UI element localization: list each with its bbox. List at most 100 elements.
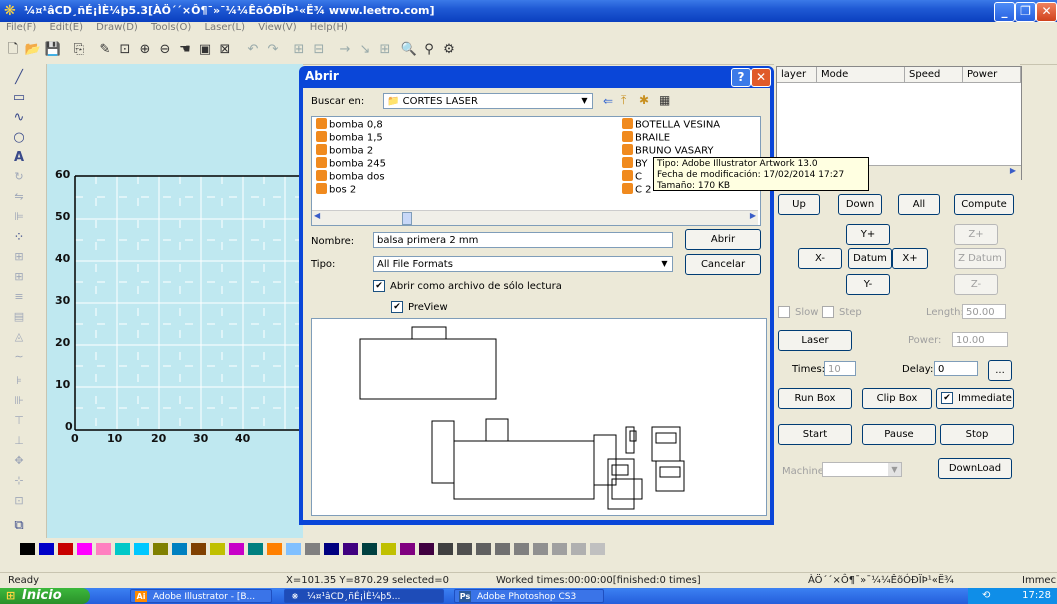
up-folder-icon[interactable]: ⤒ — [621, 93, 626, 108]
minimize-button[interactable]: _ — [994, 2, 1015, 22]
color-swatch[interactable] — [362, 543, 377, 555]
color-swatch[interactable] — [476, 543, 491, 555]
laser-button[interactable]: Laser — [778, 330, 852, 351]
run-box-button[interactable]: Run Box — [778, 388, 852, 409]
color-swatch[interactable] — [419, 543, 434, 555]
grid-tool-icon[interactable]: ⊞ — [8, 270, 30, 288]
list-item[interactable]: bomba dos — [316, 170, 385, 183]
menu-draw[interactable]: Draw(D) — [96, 22, 138, 33]
drawing-canvas[interactable]: 60 50 40 30 20 10 0 0 10 20 30 40 — [47, 64, 303, 538]
color-swatch[interactable] — [533, 543, 548, 555]
scroll-thumb[interactable] — [402, 212, 412, 225]
scroll-right-icon[interactable]: ▶ — [1007, 166, 1019, 178]
color-swatch[interactable] — [286, 543, 301, 555]
color-swatch[interactable] — [438, 543, 453, 555]
file-list-scrollbar[interactable]: ◀ ▶ — [312, 210, 758, 225]
distribute-icon[interactable]: ✥ — [8, 454, 30, 472]
color-swatch[interactable] — [324, 543, 339, 555]
immediate-checkbox[interactable]: ✔ Immediate — [936, 388, 1014, 409]
palette-swatches[interactable] — [0, 538, 1057, 560]
readonly-checkbox[interactable]: ✔ Abrir como archivo de sólo lectura — [373, 280, 562, 292]
color-swatch[interactable] — [267, 543, 282, 555]
redo-icon[interactable]: ↷ — [264, 41, 282, 59]
undo-icon[interactable]: ↶ — [244, 41, 262, 59]
align-tool-icon[interactable]: ⊫ — [8, 210, 30, 228]
align-left-icon[interactable]: ⊧ — [8, 374, 30, 392]
menu-tools[interactable]: Tools(O) — [151, 22, 191, 33]
layers-icon[interactable]: ⧉ — [8, 518, 30, 536]
z-minus-button[interactable]: Z- — [954, 274, 998, 295]
x-minus-button[interactable]: X- — [798, 248, 842, 269]
task-illustrator[interactable]: Ai Adobe Illustrator - [B... — [130, 589, 272, 603]
menu-edit[interactable]: Edit(E) — [49, 22, 83, 33]
node-tool-icon[interactable]: ⁘ — [8, 230, 30, 248]
tray-icon[interactable]: ⟲ — [982, 588, 990, 604]
z-datum-button[interactable]: Z Datum — [954, 248, 1006, 269]
offset-tool-icon[interactable]: ◬ — [8, 330, 30, 348]
array-icon[interactable]: ⊞ — [376, 41, 394, 59]
chevron-down-icon[interactable]: ▼ — [578, 95, 591, 107]
list-item[interactable]: BY — [622, 157, 647, 170]
scroll-right-icon[interactable]: ▶ — [750, 211, 756, 220]
text-tool-icon[interactable]: A — [8, 150, 30, 168]
power-field[interactable]: 10.00 — [952, 332, 1008, 347]
list-item[interactable]: BRUNO VASARY — [622, 144, 714, 157]
more-button[interactable]: ... — [988, 360, 1012, 381]
color-swatch[interactable] — [153, 543, 168, 555]
group-icon[interactable]: ⊞ — [290, 41, 308, 59]
color-swatch[interactable] — [210, 543, 225, 555]
back-arrow-icon[interactable]: ⇐ — [603, 94, 613, 108]
dialog-close-button[interactable]: ✕ — [751, 68, 771, 87]
page-icon[interactable]: ⊡ — [8, 494, 30, 512]
step-checkbox[interactable]: Step — [822, 306, 862, 318]
ellipse-tool-icon[interactable]: ○ — [8, 130, 30, 148]
delay-field[interactable]: 0 — [934, 361, 978, 376]
datum-button[interactable]: Datum — [848, 248, 892, 269]
start-button[interactable]: Start — [778, 424, 852, 445]
col-speed[interactable]: Speed — [905, 67, 963, 83]
zoom-area-icon[interactable]: ⊡ — [116, 41, 134, 59]
color-swatch[interactable] — [20, 543, 35, 555]
open-folder-icon[interactable]: 📂 — [24, 41, 42, 59]
slow-checkbox[interactable]: Slow — [778, 306, 818, 318]
color-swatch[interactable] — [96, 543, 111, 555]
lookin-select[interactable]: 📁 CORTES LASER ▼ — [383, 93, 593, 109]
ungroup-icon[interactable]: ⊟ — [310, 41, 328, 59]
open-button[interactable]: Abrir — [685, 229, 761, 250]
help-button[interactable]: ? — [731, 68, 751, 87]
menu-file[interactable]: File(F) — [6, 22, 36, 33]
mirror-tool-icon[interactable]: ⇋ — [8, 190, 30, 208]
menu-view[interactable]: View(V) — [258, 22, 296, 33]
color-swatch[interactable] — [495, 543, 510, 555]
color-swatch[interactable] — [115, 543, 130, 555]
menu-help[interactable]: Help(H) — [310, 22, 348, 33]
z-plus-button[interactable]: Z+ — [954, 224, 998, 245]
list-item[interactable]: BOTELLA VESINA — [622, 118, 720, 131]
x-plus-button[interactable]: X+ — [892, 248, 928, 269]
list-item[interactable]: bomba 245 — [316, 157, 386, 170]
array-tool-icon[interactable]: ⊞ — [8, 250, 30, 268]
close-button[interactable]: ✕ — [1036, 2, 1057, 22]
start-button[interactable]: ⊞ Inicio — [0, 588, 90, 604]
list-item[interactable]: bomba 1,5 — [316, 131, 383, 144]
view-page-icon[interactable]: ▣ — [196, 41, 214, 59]
color-swatch[interactable] — [191, 543, 206, 555]
download-button[interactable]: DownLoad — [938, 458, 1012, 479]
pause-button[interactable]: Pause — [862, 424, 936, 445]
color-swatch[interactable] — [39, 543, 54, 555]
compute-button[interactable]: Compute — [954, 194, 1014, 215]
color-swatch[interactable] — [457, 543, 472, 555]
new-folder-icon[interactable]: ✱ — [639, 93, 649, 107]
all-button[interactable]: All — [898, 194, 940, 215]
clip-box-button[interactable]: Clip Box — [862, 388, 932, 409]
list-item[interactable]: bos 2 — [316, 183, 356, 196]
zoom-out-icon[interactable]: ⊖ — [156, 41, 174, 59]
color-swatch[interactable] — [571, 543, 586, 555]
rectangle-tool-icon[interactable]: ▭ — [8, 90, 30, 108]
color-swatch[interactable] — [58, 543, 73, 555]
line-tool-icon[interactable]: ╱ — [8, 70, 30, 88]
filetype-select[interactable]: All File Formats ▼ — [373, 256, 673, 272]
maximize-button[interactable]: ❐ — [1015, 2, 1036, 22]
task-laser-cad[interactable]: ❋ ¼¤¹âCD¸ñÉ¡ÌÈ¼þ5... — [284, 589, 444, 603]
color-swatch[interactable] — [248, 543, 263, 555]
